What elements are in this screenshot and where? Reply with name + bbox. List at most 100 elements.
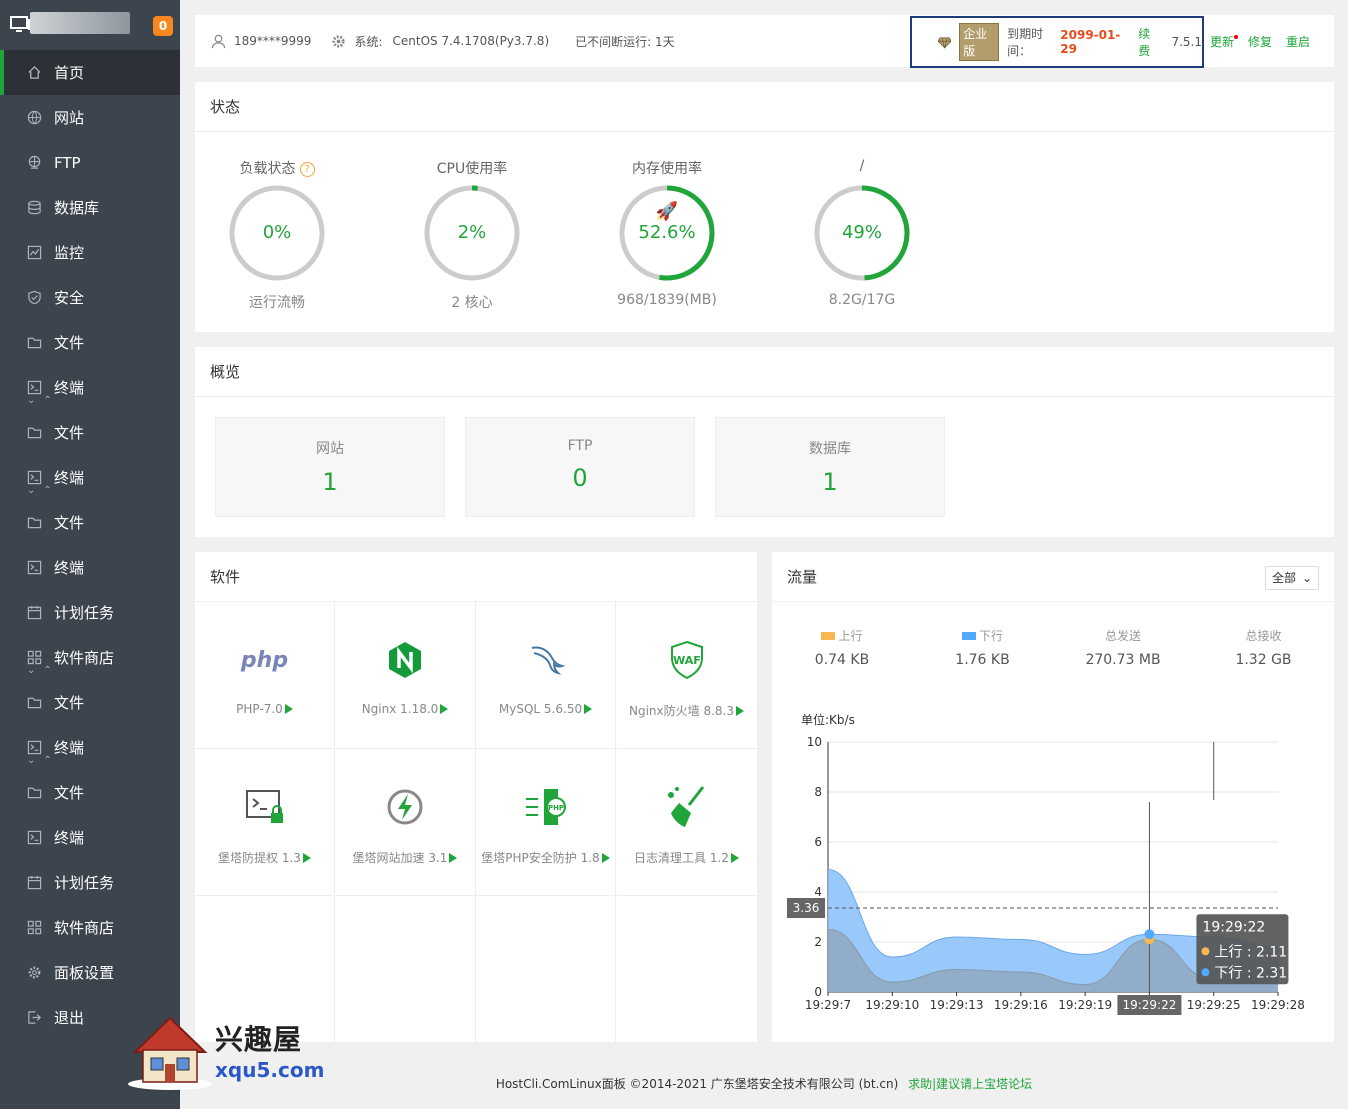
software-name: Nginx 1.18.0 bbox=[361, 702, 439, 716]
traffic-title: 流量 bbox=[772, 552, 1334, 602]
overview-card-label: 数据库 bbox=[809, 441, 851, 457]
y-tick-label: 6 bbox=[814, 835, 822, 849]
sidebar-item-label: 文件 bbox=[54, 514, 85, 532]
house-logo-icon bbox=[128, 1016, 212, 1090]
overview-card-label: FTP bbox=[567, 438, 593, 454]
sidebar-item-5[interactable]: 安全 bbox=[0, 275, 180, 320]
software-item-5[interactable]: 堡塔网站加速 3.1 bbox=[335, 749, 476, 896]
software-item-2[interactable]: MySQL 5.6.50 bbox=[476, 602, 616, 749]
repair-link[interactable]: 修复 bbox=[1248, 33, 1272, 50]
y-tick-label: 4 bbox=[814, 885, 822, 899]
software-item-7[interactable]: 日志清理工具 1.2 bbox=[616, 749, 757, 896]
restart-link[interactable]: 重启 bbox=[1286, 33, 1310, 50]
gauge-2[interactable]: 内存使用率 🚀 52.6% 968/1839(MB) bbox=[612, 158, 722, 308]
play-icon[interactable] bbox=[284, 704, 293, 714]
user-icon bbox=[211, 34, 226, 48]
sidebar-item-13[interactable]: 软件商店 ⌄⌃ bbox=[0, 635, 180, 680]
x-tick-label: 19:29:7 bbox=[805, 998, 851, 1012]
sidebar-item-16[interactable]: 文件 bbox=[0, 770, 180, 815]
grid-icon bbox=[26, 920, 42, 936]
terminal-icon bbox=[26, 560, 42, 576]
renew-link[interactable]: 续费 bbox=[1138, 25, 1159, 59]
play-icon[interactable] bbox=[730, 853, 739, 863]
software-item-0[interactable]: php PHP-7.0 bbox=[195, 602, 335, 749]
x-tick-label: 19:29:19 bbox=[1058, 998, 1112, 1012]
sidebar-item-14[interactable]: 文件 bbox=[0, 680, 180, 725]
overview-card-0[interactable]: 网站 1 bbox=[215, 417, 445, 517]
y-tick-label: 0 bbox=[814, 985, 822, 999]
sidebar-item-11[interactable]: 终端 bbox=[0, 545, 180, 590]
sidebar-item-12[interactable]: 计划任务 bbox=[0, 590, 180, 635]
sidebar-item-9[interactable]: 终端 ⌄⌃ bbox=[0, 455, 180, 500]
help-icon[interactable]: ? bbox=[299, 162, 315, 177]
uptime: 已不间断运行: 1天 bbox=[575, 34, 675, 49]
play-icon[interactable] bbox=[601, 853, 610, 863]
sidebar-item-18[interactable]: 计划任务 bbox=[0, 860, 180, 905]
sidebar-item-8[interactable]: 文件 bbox=[0, 410, 180, 455]
x-tick-label: 19:29:22 bbox=[1122, 998, 1176, 1012]
software-title: 软件 bbox=[195, 552, 757, 602]
sidebar-item-2[interactable]: FTP bbox=[0, 140, 180, 185]
software-item-1[interactable]: Nginx 1.18.0 bbox=[335, 602, 476, 749]
gauge-sub: 968/1839(MB) bbox=[617, 292, 717, 308]
sidebar-item-7[interactable]: 终端 ⌄⌃ bbox=[0, 365, 180, 410]
legend-swatch bbox=[821, 631, 836, 640]
overview-card-2[interactable]: 数据库 1 bbox=[715, 417, 945, 517]
tooltip-down: 下行 : 2.31 bbox=[1214, 965, 1287, 981]
sidebar-item-4[interactable]: 监控 bbox=[0, 230, 180, 275]
folder-icon bbox=[26, 515, 42, 531]
gauge-label: 内存使用率 bbox=[632, 161, 702, 177]
sidebar-item-3[interactable]: 数据库 bbox=[0, 185, 180, 230]
sidebar-item-20[interactable]: 面板设置 bbox=[0, 950, 180, 995]
play-icon[interactable] bbox=[302, 853, 311, 863]
hover-point-1 bbox=[1144, 929, 1155, 940]
software-panel: 软件 php PHP-7.0 Nginx 1.18.0 MySQL 5.6.50 WAF… bbox=[195, 552, 757, 1042]
sidebar-item-6[interactable]: 文件 bbox=[0, 320, 180, 365]
footer-forum-link[interactable]: 求助|建议请上宝塔论坛 bbox=[908, 1077, 1032, 1091]
software-item-3[interactable]: WAF Nginx防火墙 8.8.3 bbox=[616, 602, 757, 749]
play-icon[interactable] bbox=[449, 853, 458, 863]
gauge-1[interactable]: CPU使用率 2% 2 核心 bbox=[417, 158, 527, 312]
svg-text:🚀: 🚀 bbox=[656, 200, 678, 222]
overview-card-1[interactable]: FTP 0 bbox=[465, 417, 695, 517]
gauge-0[interactable]: 负载状态? 0% 运行流畅 bbox=[222, 158, 332, 312]
sidebar-item-0[interactable]: 首页 bbox=[0, 50, 180, 95]
notification-badge[interactable]: 0 bbox=[153, 16, 173, 36]
traffic-stat-value: 1.76 KB bbox=[955, 652, 1010, 668]
waf-icon: WAF bbox=[617, 630, 757, 690]
php-icon: php bbox=[240, 647, 289, 673]
play-icon[interactable] bbox=[440, 704, 449, 714]
traffic-stat-label: 下行 bbox=[978, 629, 1003, 643]
software-item-6[interactable]: PHP 堡塔PHP安全防护 1.8 bbox=[476, 749, 616, 896]
sidebar-item-19[interactable]: 软件商店 bbox=[0, 905, 180, 950]
enterprise-highlight: 企业版 到期时间： 2099-01-29 续费 7.5.1 bbox=[910, 16, 1204, 68]
terminal-lock-icon bbox=[195, 777, 334, 837]
sidebar-item-1[interactable]: 网站 bbox=[0, 95, 180, 140]
svg-text:WAF: WAF bbox=[673, 654, 701, 667]
software-name: 日志清理工具 1.2 bbox=[634, 851, 729, 865]
sidebar-item-10[interactable]: 文件 bbox=[0, 500, 180, 545]
sidebar-item-label: 终端 bbox=[54, 559, 85, 577]
tooltip-up: 上行 : 2.11 bbox=[1214, 944, 1287, 960]
php-shield-icon: PHP bbox=[476, 777, 615, 837]
collapse-chevrons: ⌄⌃ bbox=[27, 665, 60, 676]
traffic-filter-select[interactable]: 全部 ⌄ bbox=[1265, 566, 1319, 590]
software-item-4[interactable]: 堡塔防提权 1.3 bbox=[195, 749, 335, 896]
gauge-3[interactable]: / 49% 8.2G/17G bbox=[807, 158, 917, 308]
traffic-stat-label: 总接收 bbox=[1245, 629, 1282, 643]
traffic-stat-value: 0.74 KB bbox=[814, 652, 870, 668]
software-empty-cell bbox=[336, 896, 476, 1042]
sidebar-item-label: 文件 bbox=[54, 784, 85, 802]
username: 189****9999 bbox=[234, 34, 312, 48]
sidebar-item-17[interactable]: 终端 bbox=[0, 815, 180, 860]
play-icon[interactable] bbox=[584, 704, 593, 714]
monitor-icon bbox=[26, 245, 42, 261]
sidebar-item-label: 文件 bbox=[54, 424, 85, 442]
update-link[interactable]: 更新 bbox=[1210, 33, 1234, 50]
traffic-stat-value: 270.73 MB bbox=[1085, 652, 1161, 668]
footer-copyright: HostCli.ComLinux面板 ©2014-2021 广东堡塔安全技术有限… bbox=[495, 1077, 899, 1091]
play-icon[interactable] bbox=[735, 706, 744, 716]
user-info: 189****9999 bbox=[211, 34, 311, 49]
software-name: 堡塔PHP安全防护 1.8 bbox=[481, 851, 600, 865]
sidebar-item-15[interactable]: 终端 ⌄⌃ bbox=[0, 725, 180, 770]
